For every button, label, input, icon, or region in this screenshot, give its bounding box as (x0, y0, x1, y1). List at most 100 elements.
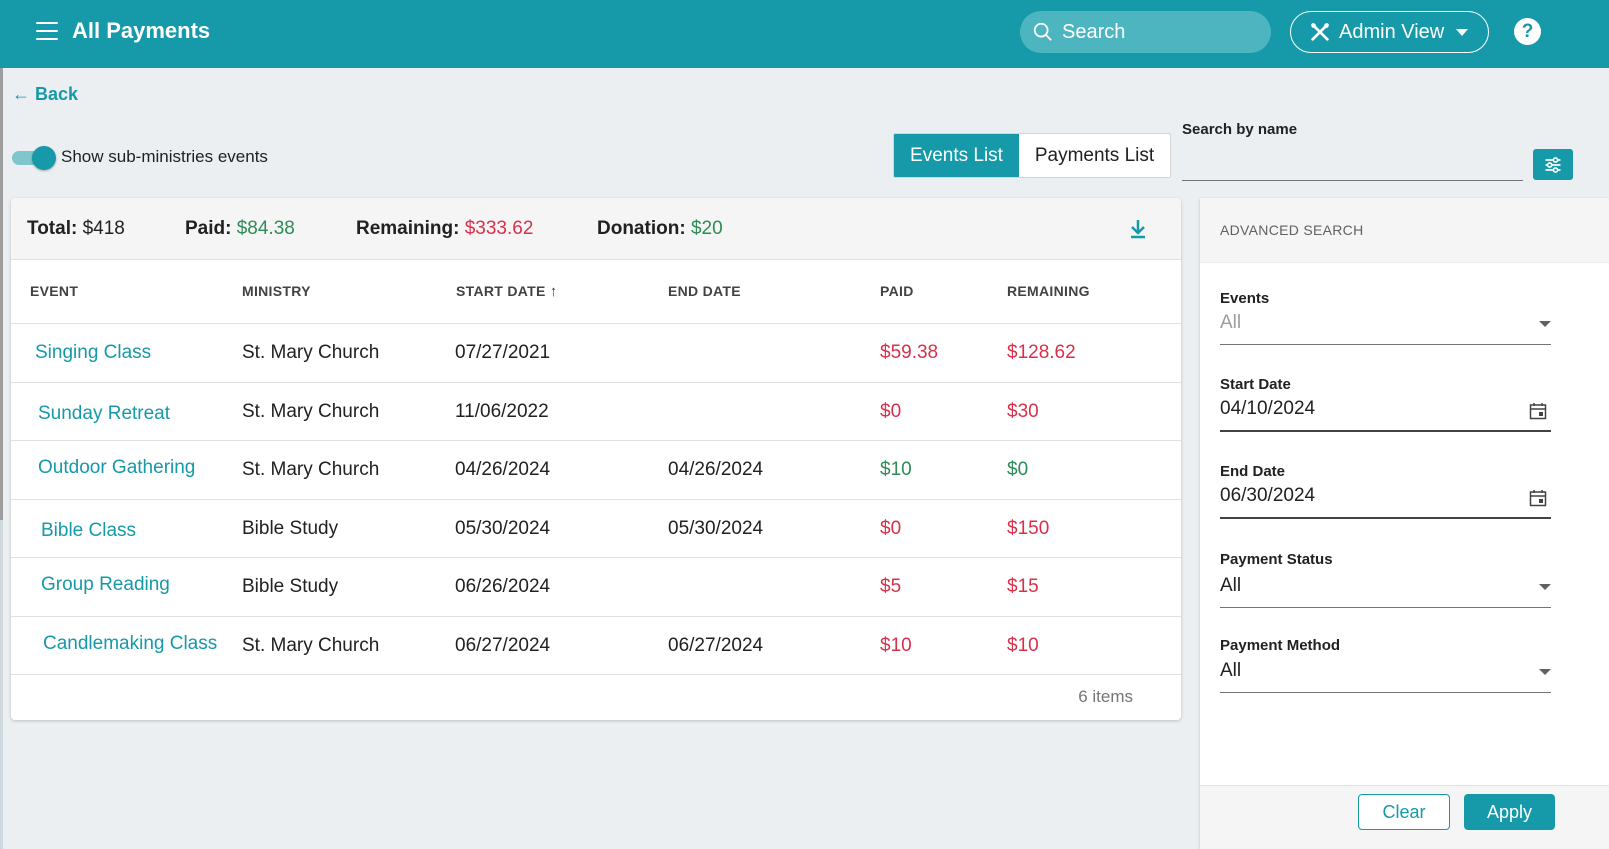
summary-total: Total: $418 (27, 218, 125, 240)
chevron-down-icon (1539, 669, 1551, 675)
col-paid[interactable]: PAID (880, 283, 914, 299)
back-link[interactable]: ← Back (12, 84, 78, 105)
global-search-input[interactable]: Search (1020, 11, 1271, 53)
start-date-filter-label: Start Date (1220, 376, 1291, 393)
advanced-search-actions: Clear Apply (1200, 785, 1609, 849)
advanced-search-title: ADVANCED SEARCH (1200, 198, 1609, 263)
table-row: Bible Class Bible Study 05/30/2024 05/30… (11, 500, 1181, 558)
col-event[interactable]: EVENT (30, 283, 78, 299)
admin-view-label: Admin View (1339, 20, 1445, 43)
payment-method-value: All (1220, 660, 1242, 681)
help-icon[interactable]: ? (1514, 18, 1541, 45)
table-header: EVENT MINISTRY START DATE ↑ END DATE PAI… (11, 260, 1181, 324)
payment-status-filter: Payment Status All (1220, 551, 1551, 608)
chevron-down-icon (1539, 584, 1551, 590)
tab-payments-list[interactable]: Payments List (1019, 134, 1170, 177)
total-value: $418 (82, 218, 125, 239)
paid-cell: $0 (880, 517, 902, 539)
ministry-cell: St. Mary Church (242, 634, 380, 656)
clear-button[interactable]: Clear (1358, 794, 1450, 830)
event-link[interactable]: Group Reading (41, 574, 170, 596)
arrow-left-icon: ← (12, 84, 30, 104)
payment-method-label: Payment Method (1220, 637, 1341, 654)
table-row: Singing Class St. Mary Church 07/27/2021… (11, 324, 1181, 383)
calendar-icon[interactable] (1529, 402, 1547, 420)
ministry-cell: Bible Study (242, 517, 339, 539)
sub-ministries-toggle-row: Show sub-ministries events (12, 146, 268, 170)
end-date-value: 06/30/2024 (1220, 485, 1316, 506)
search-by-name-field[interactable]: Search by name (1182, 121, 1523, 181)
events-filter-label: Events (1220, 290, 1270, 307)
events-select[interactable]: All (1220, 312, 1551, 345)
left-scroll-edge-light (0, 520, 3, 849)
tab-events-list[interactable]: Events List (894, 134, 1019, 177)
ministry-cell: Bible Study (242, 576, 339, 597)
col-ministry[interactable]: MINISTRY (242, 283, 311, 299)
remaining-label: Remaining: (356, 218, 460, 239)
events-card: Total: $418 Paid: $84.38 Remaining: $333… (11, 198, 1181, 720)
payment-status-label: Payment Status (1220, 551, 1333, 568)
end-date-cell: 06/27/2024 (668, 634, 764, 656)
filter-toggle-button[interactable] (1533, 149, 1573, 180)
end-date-cell: 04/26/2024 (668, 459, 764, 480)
item-count: 6 items (1078, 687, 1133, 706)
chevron-down-icon (1539, 321, 1551, 327)
start-date-cell: 06/27/2024 (455, 634, 551, 656)
remaining-cell: $128.62 (1007, 342, 1076, 363)
event-link[interactable]: Singing Class (35, 342, 151, 364)
end-date-cell: 05/30/2024 (668, 517, 764, 539)
total-label: Total: (27, 218, 78, 239)
event-link[interactable]: Bible Class (41, 520, 136, 542)
remaining-cell: $30 (1007, 400, 1039, 422)
paid-cell: $59.38 (880, 342, 939, 363)
donation-label: Donation: (597, 218, 686, 239)
end-date-filter-label: End Date (1220, 463, 1286, 480)
arrow-up-icon: ↑ (549, 283, 558, 300)
col-end-date[interactable]: END DATE (668, 283, 741, 299)
hamburger-menu-icon[interactable] (36, 22, 58, 40)
tools-icon (1311, 23, 1329, 41)
paid-label: Paid: (185, 218, 232, 239)
col-remaining[interactable]: REMAINING (1007, 283, 1090, 299)
search-icon (1033, 22, 1052, 41)
event-link[interactable]: Outdoor Gathering (38, 457, 195, 479)
remaining-value: $333.62 (464, 218, 534, 239)
summary-donation: Donation: $20 (597, 218, 723, 240)
payment-summary: Total: $418 Paid: $84.38 Remaining: $333… (11, 198, 1181, 260)
remaining-cell: $10 (1007, 634, 1039, 656)
start-date-cell: 04/26/2024 (455, 459, 551, 480)
end-date-filter: End Date 06/30/2024 (1220, 463, 1551, 519)
ministry-cell: St. Mary Church (242, 342, 380, 363)
paid-cell: $10 (880, 634, 912, 656)
event-link[interactable]: Sunday Retreat (38, 403, 170, 425)
payment-method-select[interactable]: All (1220, 660, 1551, 693)
events-select-value: All (1220, 312, 1242, 333)
calendar-icon[interactable] (1529, 489, 1547, 507)
remaining-cell: $150 (1007, 517, 1050, 539)
col-start-date[interactable]: START DATE ↑ (456, 283, 558, 300)
chevron-down-icon (1456, 28, 1469, 36)
start-date-cell: 06/26/2024 (455, 576, 551, 597)
summary-paid: Paid: $84.38 (185, 218, 295, 240)
paid-cell: $10 (880, 459, 912, 480)
payment-status-select[interactable]: All (1220, 575, 1551, 608)
sub-ministries-toggle-label: Show sub-ministries events (61, 147, 268, 166)
remaining-cell: $0 (1007, 459, 1029, 480)
event-link[interactable]: Candlemaking Class (43, 633, 217, 655)
donation-value: $20 (690, 218, 723, 239)
start-date-filter: Start Date 04/10/2024 (1220, 376, 1551, 432)
sliders-icon (1545, 156, 1561, 173)
view-switcher: Events List Payments List (893, 133, 1171, 178)
sub-ministries-toggle[interactable] (12, 146, 56, 170)
end-date-input[interactable]: 06/30/2024 (1220, 485, 1551, 519)
paid-cell: $5 (880, 576, 902, 597)
search-by-name-label: Search by name (1182, 121, 1298, 138)
start-date-cell: 07/27/2021 (455, 342, 551, 363)
top-app-bar: All Payments Search Admin View ? (0, 0, 1609, 68)
admin-view-dropdown[interactable]: Admin View (1290, 11, 1489, 53)
paid-value: $84.38 (236, 218, 295, 239)
download-icon[interactable] (1128, 218, 1148, 240)
start-date-input[interactable]: 04/10/2024 (1220, 398, 1551, 432)
apply-button[interactable]: Apply (1464, 794, 1555, 830)
events-filter: Events All (1220, 290, 1551, 345)
